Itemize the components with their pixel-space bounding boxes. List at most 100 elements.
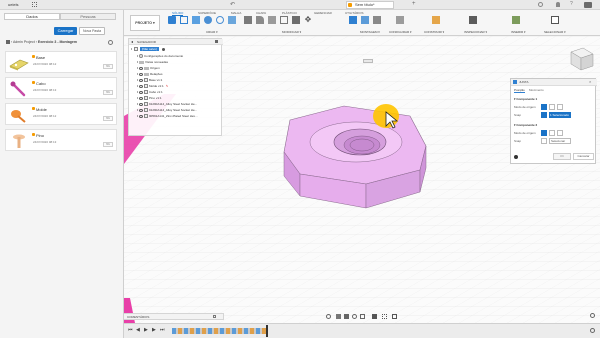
new-folder-button[interactable]: Nova Pasta — [79, 27, 105, 35]
group-criar[interactable]: CRIAR ▾ — [206, 30, 218, 34]
last-step-icon[interactable]: ⏭ — [160, 327, 165, 333]
browser-item[interactable]: 90591A141_Zinc-Plated Steel Hex... — [137, 113, 198, 119]
origin-mode-center-button[interactable] — [557, 104, 563, 110]
version-badge[interactable]: V1 — [103, 116, 113, 121]
undo-icon[interactable]: ↶ — [230, 1, 235, 8]
move-icon[interactable]: ✥ — [304, 16, 312, 24]
file-card-molde[interactable]: Molde 24/07/2020 08:12 V1 — [5, 103, 117, 125]
joint-icon[interactable] — [349, 16, 357, 24]
press-pull-icon[interactable] — [244, 16, 252, 24]
as-built-joint-icon[interactable] — [361, 16, 369, 24]
timeline-marker[interactable] — [266, 325, 268, 337]
cancel-button[interactable]: Cancelar — [573, 153, 594, 160]
help-icon[interactable]: ? — [570, 1, 573, 7]
browser-root[interactable]: (Não salvo) — [131, 46, 165, 52]
viewcube[interactable] — [565, 44, 595, 74]
doc-tab[interactable]: Sem título* — [346, 1, 394, 9]
breadcrumb-folder[interactable]: Exercicio 3 - Montagem — [38, 40, 77, 44]
group-construir[interactable]: CONSTRUIR ▾ — [424, 30, 444, 34]
eye-icon[interactable] — [139, 90, 143, 94]
expand-icon[interactable] — [137, 79, 138, 82]
upload-button[interactable]: Carregar — [54, 27, 77, 35]
avatar[interactable] — [584, 2, 592, 8]
tab-superficie[interactable]: SUPERFÍCIE — [198, 11, 216, 15]
snap-cursor-button[interactable] — [541, 138, 547, 144]
chamfer-icon[interactable] — [268, 16, 276, 24]
viewports-icon[interactable] — [392, 314, 397, 319]
tab-plastico[interactable]: PLÁSTICO — [282, 11, 297, 15]
clock-icon[interactable] — [538, 2, 543, 7]
version-badge[interactable]: V1 — [103, 64, 113, 69]
group-modificar[interactable]: MODIFICAR ▾ — [282, 30, 301, 34]
collapse-icon[interactable]: ◂ — [131, 39, 133, 44]
expand-icon[interactable] — [137, 85, 138, 88]
component1-header[interactable]: ▾ Componente 1 — [514, 97, 537, 101]
parameters-icon[interactable] — [396, 16, 404, 24]
eye-icon[interactable] — [139, 102, 143, 106]
previous-step-icon[interactable]: ◀ — [136, 327, 140, 333]
pan-icon[interactable] — [344, 314, 349, 319]
pattern-icon[interactable] — [228, 16, 236, 24]
tab-malha[interactable]: MALHA — [231, 11, 241, 15]
fillet-icon[interactable] — [256, 16, 264, 24]
offset-plane-icon[interactable] — [432, 16, 440, 24]
expand-icon[interactable] — [137, 67, 138, 70]
origin-mode-simple-button[interactable] — [541, 104, 547, 110]
revolve-icon[interactable] — [204, 16, 212, 24]
add-comment-icon[interactable] — [213, 315, 216, 318]
extrude-icon[interactable] — [192, 16, 200, 24]
expand-icon[interactable] — [137, 115, 138, 118]
group-montagem[interactable]: MONTAGEM ▾ — [360, 30, 380, 34]
grid-settings-icon[interactable] — [382, 314, 387, 319]
measure-icon[interactable] — [469, 16, 477, 24]
tab-posicao[interactable]: Posição — [514, 88, 525, 93]
shell-icon[interactable] — [280, 16, 288, 24]
eye-icon[interactable] — [139, 72, 143, 76]
origin-mode-center-button[interactable] — [557, 130, 563, 136]
origin-mode-between-button[interactable] — [549, 130, 555, 136]
combine-icon[interactable] — [292, 16, 300, 24]
rigid-group-icon[interactable] — [373, 16, 381, 24]
model-label-tag[interactable] — [363, 59, 373, 63]
close-icon[interactable]: × — [589, 79, 591, 84]
group-inserir[interactable]: INSERIR ▾ — [511, 30, 526, 34]
eye-icon[interactable] — [139, 108, 143, 112]
display-settings-icon[interactable] — [372, 314, 377, 319]
orbit-icon[interactable] — [326, 314, 331, 319]
next-step-icon[interactable]: ▶ — [152, 327, 156, 333]
component2-header[interactable]: ▾ Componente 2 — [514, 123, 537, 127]
new-component-icon[interactable] — [168, 16, 176, 24]
grid-icon[interactable] — [32, 2, 37, 7]
expand-icon[interactable] — [137, 91, 138, 94]
timeline-settings-icon[interactable] — [590, 328, 595, 333]
hole-icon[interactable] — [216, 16, 224, 24]
sketch-icon[interactable] — [180, 16, 188, 24]
expand-icon[interactable] — [137, 55, 138, 58]
expand-icon[interactable] — [137, 97, 138, 100]
tab-utilitarios[interactable]: UTILITÁRIOS — [345, 11, 364, 15]
pin-icon[interactable] — [215, 40, 218, 43]
eye-icon[interactable] — [139, 96, 143, 100]
origin-mode-simple-button[interactable] — [541, 130, 547, 136]
expand-icon[interactable] — [137, 61, 138, 64]
file-card-base[interactable]: Base 24/07/2020 08:12 V1 — [5, 51, 117, 73]
group-selecionar[interactable]: SELECIONAR ▾ — [544, 30, 566, 34]
bell-icon[interactable] — [556, 2, 560, 7]
settings-icon[interactable] — [108, 40, 113, 45]
expand-icon[interactable] — [137, 73, 138, 76]
eye-icon[interactable] — [139, 66, 143, 70]
eye-icon[interactable] — [139, 78, 143, 82]
home-icon[interactable] — [6, 40, 10, 45]
file-card-cabo[interactable]: Cabo 24/07/2020 08:13 V1 — [5, 77, 117, 99]
zoom-icon[interactable] — [352, 314, 357, 319]
expand-bottom-icon[interactable] — [590, 313, 595, 318]
tab-movimento[interactable]: Movimento — [529, 88, 544, 92]
tab-pessoas[interactable]: Pessoas — [60, 13, 116, 20]
version-badge[interactable]: V1 — [103, 142, 113, 147]
file-card-pino[interactable]: Pino 24/07/2020 08:13 V1 — [5, 129, 117, 151]
expand-icon[interactable] — [137, 103, 138, 106]
user-label[interactable]: ueiels — [8, 2, 18, 7]
add-tab-icon[interactable]: + — [412, 1, 416, 7]
eye-icon[interactable] — [139, 114, 143, 118]
group-inspecionar[interactable]: INSPECIONAR ▾ — [464, 30, 487, 34]
